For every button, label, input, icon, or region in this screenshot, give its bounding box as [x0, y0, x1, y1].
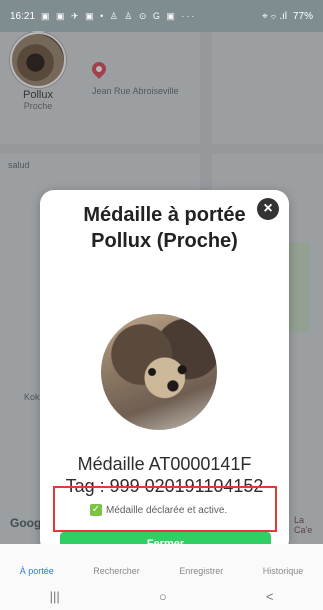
- dialog-title-line2: Pollux (Proche): [91, 230, 238, 252]
- dialog-title: Médaille à portée Pollux (Proche): [40, 202, 289, 254]
- tab-rechercher[interactable]: Rechercher: [93, 566, 140, 576]
- battery-level: 77%: [292, 10, 313, 22]
- phone-screen: 16:21 ▣ ▣ ✈ ▣ • ♙ ♙ ⊙ G ▣ ··· ⌖ ⌔ .ıl 77…: [0, 0, 323, 610]
- dialog-title-line1: Médaille à portée: [83, 204, 246, 226]
- home-icon[interactable]: ○: [159, 589, 167, 604]
- back-icon[interactable]: <: [266, 589, 274, 604]
- status-right: ⌖ ⌔ .ıl 77%: [262, 11, 313, 22]
- android-nav-bar: ||| ○ <: [0, 582, 323, 610]
- notification-icons: ▣ ▣ ✈ ▣ • ♙ ♙ ⊙ G ▣ ···: [41, 10, 197, 21]
- tab-historique[interactable]: Historique: [263, 566, 304, 576]
- tab-enregistrer[interactable]: Enregistrer: [179, 566, 223, 576]
- tab-a-portee[interactable]: À portée: [20, 566, 54, 576]
- close-icon[interactable]: ×: [257, 198, 279, 220]
- pet-photo: [101, 314, 217, 430]
- status-left: 16:21 ▣ ▣ ✈ ▣ • ♙ ♙ ⊙ G ▣ ···: [10, 11, 196, 22]
- highlight-box: [53, 486, 277, 532]
- status-time: 16:21: [10, 10, 36, 22]
- medal-id: Médaille AT0000141F: [77, 454, 252, 474]
- bottom-tab-bar: À portée Rechercher Enregistrer Historiq…: [0, 544, 323, 582]
- signal-icon: ⌖ ⌔ .ıl: [262, 10, 287, 22]
- recent-apps-icon[interactable]: |||: [50, 589, 60, 604]
- status-bar: 16:21 ▣ ▣ ✈ ▣ • ♙ ♙ ⊙ G ▣ ··· ⌖ ⌔ .ıl 77…: [0, 0, 323, 32]
